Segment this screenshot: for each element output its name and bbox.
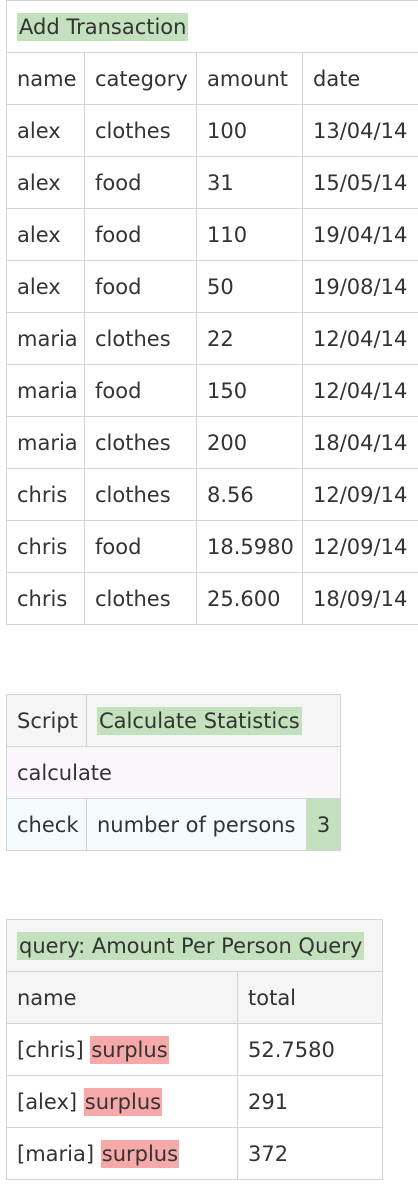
cell-date: 19/08/14: [301, 260, 418, 313]
column-header: category: [84, 52, 197, 105]
script-header-row: Script Calculate Statistics: [6, 694, 342, 747]
cell-total: 52.7580: [237, 1023, 383, 1076]
cell-person: [alex] surplus: [6, 1075, 238, 1128]
cell-date: 18/04/14: [301, 416, 418, 469]
cell-amount: 50: [196, 260, 303, 313]
calculate-action: calculate: [5, 746, 342, 799]
column-header: name: [6, 971, 238, 1024]
cell-name: chris: [6, 572, 85, 625]
query-title-cell: query: Amount Per Person Query: [6, 919, 383, 972]
cell-date: 12/04/14: [301, 364, 418, 417]
cell-name: maria: [6, 364, 85, 417]
cell-total: 291: [237, 1075, 383, 1128]
cell-date: 12/04/14: [301, 312, 418, 365]
cell-person: [maria] surplus: [6, 1127, 238, 1180]
person-name: [alex]: [17, 1089, 78, 1114]
cell-amount: 22: [196, 312, 303, 365]
surplus-badge: surplus: [100, 1139, 180, 1168]
table-row: maria clothes 200 18/04/14: [6, 416, 418, 469]
table-row: chris food 18.5980 12/09/14: [6, 520, 418, 573]
surplus-badge: surplus: [83, 1087, 163, 1116]
person-name: [chris]: [17, 1037, 84, 1062]
script-label: Script: [6, 694, 87, 747]
calculate-row: calculate: [5, 746, 342, 799]
transactions-table: Add Transaction name category amount dat…: [5, 0, 418, 625]
cell-name: alex: [6, 208, 85, 261]
table-row: alex clothes 100 13/04/14: [6, 104, 418, 157]
table-row: alex food 110 19/04/14: [6, 208, 418, 261]
column-header: amount: [196, 52, 303, 105]
cell-category: clothes: [84, 312, 197, 365]
cell-amount: 150: [196, 364, 303, 417]
query-title-row: query: Amount Per Person Query: [6, 919, 383, 972]
cell-category: food: [84, 364, 197, 417]
table-row: [alex] surplus 291: [6, 1075, 383, 1128]
table-row: maria clothes 22 12/04/14: [6, 312, 418, 365]
cell-amount: 200: [196, 416, 303, 469]
cell-name: chris: [6, 468, 85, 521]
table-row: [maria] surplus 372: [6, 1127, 383, 1180]
cell-date: 15/05/14: [301, 156, 418, 209]
cell-category: food: [84, 208, 197, 261]
table-row: chris clothes 8.56 12/09/14: [6, 468, 418, 521]
cell-total: 372: [237, 1127, 383, 1180]
table-row: chris clothes 25.600 18/09/14: [6, 572, 418, 625]
cell-name: maria: [6, 416, 85, 469]
transactions-body: alex clothes 100 13/04/14 alex food 31 15/05/14…: [6, 104, 418, 625]
cell-category: clothes: [84, 104, 197, 157]
cell-amount: 8.56: [196, 468, 303, 521]
column-header: date: [301, 52, 418, 105]
table-row: alex food 31 15/05/14: [6, 156, 418, 209]
cell-name: chris: [6, 520, 85, 573]
cell-date: 12/09/14: [301, 468, 418, 521]
check-label: check: [6, 798, 87, 851]
script-name-cell: Calculate Statistics: [85, 694, 342, 747]
table-row: [chris] surplus 52.7580: [6, 1023, 383, 1076]
query-header-row: name total: [6, 971, 383, 1024]
transactions-title-cell: Add Transaction: [5, 0, 418, 53]
cell-name: maria: [6, 312, 85, 365]
cell-name: alex: [6, 104, 85, 157]
cell-amount: 25.600: [196, 572, 303, 625]
surplus-badge: surplus: [90, 1035, 169, 1064]
transactions-title-row: Add Transaction: [5, 0, 418, 53]
query-table: query: Amount Per Person Query name tota…: [6, 919, 383, 1180]
cell-category: clothes: [84, 416, 197, 469]
transactions-title: Add Transaction: [17, 12, 189, 41]
check-value: 3: [305, 798, 342, 851]
cell-date: 12/09/14: [301, 520, 418, 573]
cell-person: [chris] surplus: [6, 1023, 238, 1076]
cell-amount: 100: [196, 104, 303, 157]
cell-date: 19/04/14: [301, 208, 418, 261]
cell-amount: 31: [196, 156, 303, 209]
query-title: query: Amount Per Person Query: [17, 931, 365, 960]
cell-category: food: [84, 260, 197, 313]
cell-name: alex: [6, 260, 85, 313]
cell-name: alex: [6, 156, 85, 209]
query-body: [chris] surplus 52.7580 [alex] surplus 291[…: [6, 1023, 383, 1180]
script-name: Calculate Statistics: [97, 706, 302, 735]
cell-category: clothes: [84, 468, 197, 521]
check-row: check number of persons 3: [6, 798, 342, 851]
table-row: maria food 150 12/04/14: [6, 364, 418, 417]
table-row: alex food 50 19/08/14: [6, 260, 418, 313]
cell-category: clothes: [84, 572, 197, 625]
person-name: [maria]: [17, 1141, 95, 1166]
cell-category: food: [84, 156, 197, 209]
cell-date: 18/09/14: [301, 572, 418, 625]
column-header: name: [6, 52, 85, 105]
column-header: total: [237, 971, 383, 1024]
check-field: number of persons: [86, 798, 307, 851]
cell-date: 13/04/14: [301, 104, 418, 157]
cell-category: food: [84, 520, 197, 573]
cell-amount: 18.5980: [196, 520, 303, 573]
transactions-header-row: name category amount date: [6, 52, 418, 105]
script-table: Script Calculate Statistics calculate ch…: [5, 694, 342, 851]
cell-amount: 110: [196, 208, 303, 261]
